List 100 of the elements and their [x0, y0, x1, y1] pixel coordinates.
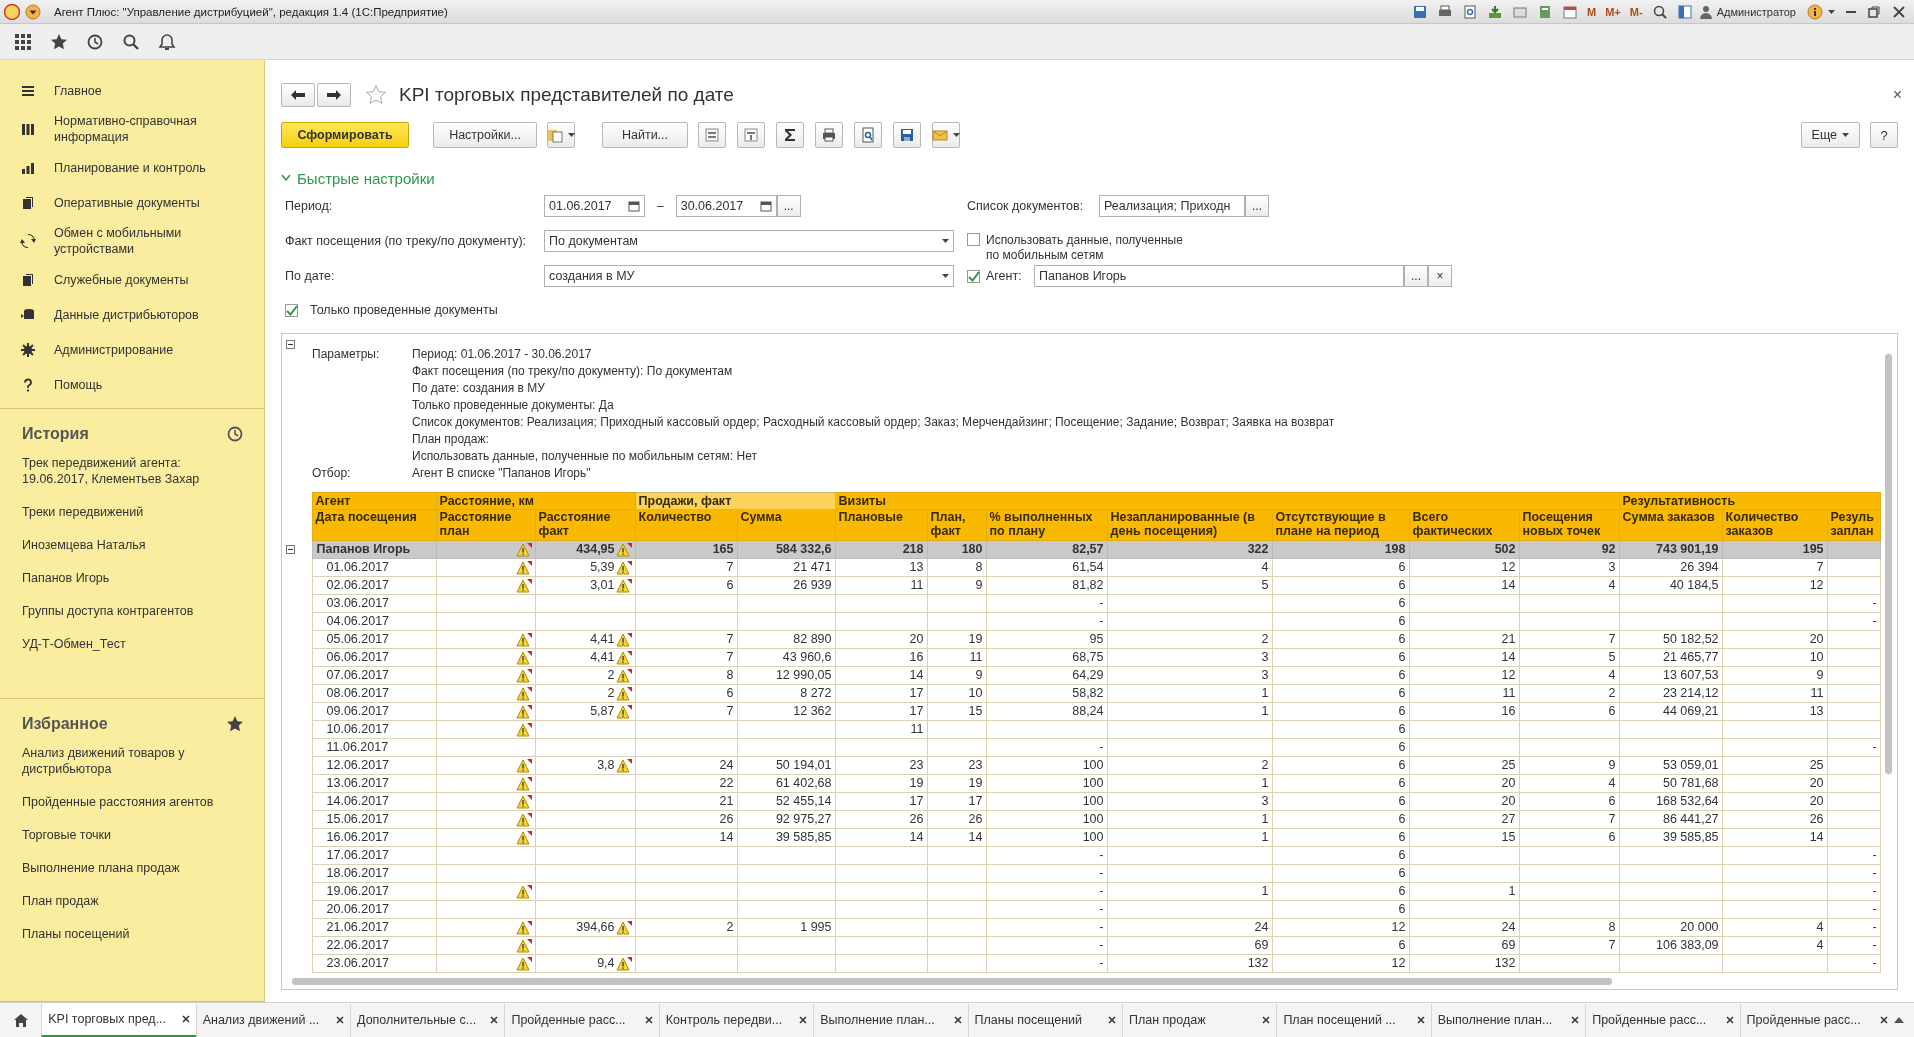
choose-period-button[interactable]: ... [776, 195, 801, 217]
table-cell: 6 [1398, 721, 1406, 738]
checkbox[interactable] [967, 233, 980, 246]
table-cell: 20.06.2017 [312, 900, 436, 919]
find-button[interactable]: Найти... [602, 122, 688, 148]
sidebar-link[interactable]: Выполнение плана продаж [22, 860, 242, 893]
input-field[interactable]: Реализация; Приходн [1099, 195, 1245, 217]
table-cell: - [1099, 955, 1104, 972]
sidebar-link[interactable]: Торговые точки [22, 827, 242, 860]
tab[interactable]: KPI торговых пред... [41, 1003, 196, 1037]
choose-button[interactable]: ... [1245, 195, 1269, 217]
table-cell: 21 [1501, 631, 1516, 648]
apps-grid-icon [14, 32, 32, 51]
calendar-icon [1562, 3, 1579, 20]
table-cell: 18.06.2017 [312, 864, 436, 883]
table-cell: 11 [969, 649, 983, 666]
close-button[interactable]: × [1892, 86, 1902, 104]
sidebar-item[interactable]: Планирование и контроль [0, 150, 264, 185]
table-cell: 2 [1261, 757, 1269, 774]
memory-button[interactable]: M [1585, 5, 1599, 18]
table-cell: 16.06.2017 [312, 828, 436, 847]
user-name[interactable]: Администратор [1716, 5, 1796, 18]
table-cell: 6 [1398, 685, 1406, 702]
sidebar-link[interactable]: Иноземцева Наталья [22, 537, 242, 570]
sum-button[interactable] [776, 122, 804, 148]
memory-button[interactable]: M- [1627, 5, 1645, 18]
memory-button[interactable]: M+ [1603, 5, 1623, 18]
preview-button[interactable] [854, 122, 882, 148]
choose-button[interactable]: ... [1404, 265, 1428, 287]
close-icon [1108, 1016, 1116, 1024]
sidebar-item[interactable]: Администрирование [0, 332, 264, 367]
tab[interactable]: Выполнение план... [813, 1003, 968, 1037]
checkbox[interactable] [285, 303, 298, 317]
sidebar-item[interactable]: Данные дистрибьюторов [0, 297, 264, 332]
input-field[interactable]: Папанов Игорь [1034, 265, 1404, 287]
table-cell: - [1099, 883, 1104, 900]
tab[interactable]: Анализ движений ... [195, 1003, 351, 1037]
table-cell: 17 [909, 685, 924, 702]
close-icon [490, 1016, 499, 1024]
variant-button[interactable] [547, 122, 575, 148]
tab[interactable]: Выполнение план... [1430, 1003, 1586, 1037]
tab[interactable]: Дополнительные с... [350, 1003, 505, 1037]
table-cell: 100 [1082, 757, 1104, 774]
table-cell: 198 [1384, 541, 1406, 558]
ungroup-button[interactable] [737, 122, 765, 148]
table-cell: - [1872, 865, 1877, 882]
checkbox[interactable] [967, 269, 980, 283]
tab[interactable]: План продаж [1122, 1003, 1277, 1037]
sidebar-item[interactable]: Обмен с мобильными устройствами [0, 220, 264, 262]
sidebar-item[interactable]: Главное [0, 73, 264, 108]
table-cell: 20 [1501, 793, 1516, 810]
sidebar-link[interactable]: Анализ движений товаров у дистрибьютора [22, 745, 242, 794]
help-button[interactable]: ? [1870, 122, 1898, 148]
sidebar-link[interactable]: Группы доступа контрагентов [22, 603, 242, 636]
date-field[interactable]: 01.06.2017 [544, 195, 645, 217]
settings-button[interactable]: Настройки... [433, 122, 537, 148]
generate-button[interactable]: Сформировать [281, 122, 409, 148]
parameter-value: Период: 01.06.2017 - 30.06.2017 [412, 346, 593, 363]
sidebar-item[interactable]: Помощь [0, 367, 264, 402]
sidebar-link[interactable]: План продаж [22, 893, 242, 926]
more-button[interactable]: Еще [1800, 122, 1860, 148]
column-group-header: Расстояние, км [436, 492, 635, 510]
caret-icon [1828, 9, 1835, 14]
sidebar-item[interactable]: Служебные документы [0, 262, 264, 297]
collapse-icon [286, 545, 295, 554]
tab[interactable]: Пройденные расс... [1585, 1003, 1740, 1037]
clear-button[interactable]: × [1428, 265, 1452, 287]
print-button[interactable] [815, 122, 843, 148]
tab[interactable]: Контроль передви... [658, 1003, 814, 1037]
parameter-value: Список документов: Реализация; Приходный кассовый ордер; Расходный кассовый ордер; Заказ; Мерчендайзинг; Посещение; Задание; Возврат; Заявка на возврат [412, 414, 1335, 431]
save-button[interactable] [893, 122, 921, 148]
table-cell: 8 272 [800, 685, 832, 702]
date-field[interactable]: 30.06.2017 [675, 195, 777, 217]
parameter-value: Только проведенные документы: Да [412, 397, 615, 414]
table-cell: 50 182,52 [1662, 631, 1719, 648]
sidebar-link[interactable]: Планы посещений [22, 926, 242, 959]
sidebar-link[interactable]: УД-Т-Обмен_Тест [22, 636, 242, 669]
sidebar-item[interactable]: Оперативные документы [0, 185, 264, 220]
dropdown-field[interactable]: По документам [544, 230, 954, 252]
sidebar-link[interactable]: Треки передвижений [22, 504, 242, 537]
column-header: Отсутствующие в плане на период [1272, 509, 1409, 541]
forward-button[interactable] [317, 83, 351, 107]
group-button[interactable] [698, 122, 726, 148]
table-cell: - [1872, 955, 1877, 972]
table-cell: - [1099, 613, 1104, 630]
close-icon [799, 1016, 808, 1024]
tab[interactable]: План посещений ... [1276, 1003, 1431, 1037]
tab[interactable]: Пройденные расс... [504, 1003, 659, 1037]
mail-button[interactable] [932, 122, 960, 148]
sidebar-link[interactable]: Папанов Игорь [22, 570, 242, 603]
dropdown-field[interactable]: создания в МУ [544, 265, 954, 287]
table-cell: 6 [1398, 793, 1406, 810]
sidebar-item[interactable]: Нормативно-справочная информация [0, 108, 264, 150]
sidebar-link[interactable]: Пройденные расстояния агентов [22, 794, 242, 827]
back-button[interactable] [281, 83, 315, 107]
sidebar-link[interactable]: Трек передвижений агента: 19.06.2017, Клементьев Захар [22, 455, 242, 504]
quick-settings-toggle[interactable]: Быстрые настройки [281, 168, 1898, 188]
tab[interactable]: Планы посещений [967, 1003, 1122, 1037]
tab[interactable]: Пройденные расс... [1739, 1003, 1894, 1037]
table-cell: - [1099, 739, 1104, 756]
